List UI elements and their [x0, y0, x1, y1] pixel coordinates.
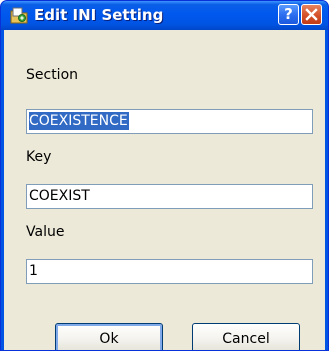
- help-button[interactable]: ?: [278, 4, 299, 25]
- ini-file-icon: [10, 7, 28, 24]
- help-icon: ?: [284, 5, 293, 23]
- dialog-body: Section COEXISTENCE Key COEXIST Value 1 …: [4, 30, 325, 350]
- value-value: 1: [29, 263, 38, 279]
- dialog-window: Edit INI Setting ? Section COEXISTENCE K…: [0, 0, 329, 351]
- close-button[interactable]: [301, 4, 322, 25]
- value-input[interactable]: 1: [26, 259, 313, 284]
- window-title: Edit INI Setting: [34, 6, 164, 24]
- title-bar[interactable]: Edit INI Setting ?: [1, 1, 328, 30]
- close-icon: [304, 7, 319, 26]
- section-input[interactable]: COEXISTENCE: [26, 109, 313, 134]
- ok-button[interactable]: Ok: [55, 323, 163, 350]
- key-label: Key: [26, 149, 52, 165]
- section-label: Section: [26, 67, 79, 83]
- key-input[interactable]: COEXIST: [26, 184, 313, 209]
- key-value: COEXIST: [29, 188, 90, 204]
- value-label: Value: [26, 224, 65, 240]
- cancel-button[interactable]: Cancel: [192, 323, 300, 350]
- section-value: COEXISTENCE: [29, 112, 129, 130]
